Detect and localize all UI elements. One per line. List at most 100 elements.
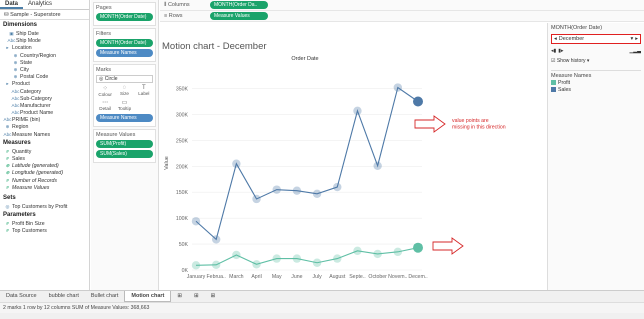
measure-values-pill[interactable]: SUM(Profit) (96, 140, 153, 148)
field-label: Measure Values (12, 184, 50, 191)
mark-property-icon: ⁘ (102, 86, 108, 92)
field-item[interactable]: ⊕ Region (0, 123, 89, 130)
x-tick-label: Septe.. (349, 274, 365, 280)
sheet-tabs: Data Source bubble chart Bullet chart Motio… (0, 291, 644, 302)
data-point (272, 254, 281, 263)
page-value-dropdown[interactable]: ◂ December ▾ ▸ (551, 34, 641, 44)
x-tick-label: Decem.. (408, 274, 427, 280)
field-item[interactable]: ▸ Location (0, 44, 89, 51)
parameters-list: # Profit Bin Size # Top Customers (0, 220, 89, 234)
new-story-icon[interactable]: ⊞ (205, 291, 222, 301)
series-line (195, 86, 419, 241)
prev-icon[interactable]: ◂ (554, 36, 557, 42)
field-label: Manufacturer (20, 102, 51, 109)
columns-pill[interactable]: MONTH(Order Da.. (210, 1, 268, 9)
field-item[interactable]: ⊕ State (0, 59, 89, 66)
mark-property-label: Colour (98, 92, 112, 97)
field-item[interactable]: ▸ Product (0, 80, 89, 87)
columns-shelf[interactable]: ⦀ Columns MONTH(Order Da.. (160, 0, 644, 11)
mark-property-button[interactable]: ⁘ Colour (96, 85, 114, 98)
new-sheet-icon[interactable]: ⊞ (171, 291, 188, 301)
field-type-icon: # (6, 184, 9, 190)
series-line (195, 247, 419, 266)
marks-color-pill[interactable]: Measure Names (96, 114, 153, 122)
filter-pill[interactable]: MONTH(Order Date) (96, 39, 153, 47)
chart-header: Order Date (291, 56, 318, 62)
field-item[interactable]: # Number of Records (0, 177, 89, 184)
chart-series (191, 83, 423, 270)
field-type-icon: Abc (11, 95, 20, 101)
measure-values-pill[interactable]: SUM(Sales) (96, 150, 153, 158)
shelves: ⦀ Columns MONTH(Order Da.. ≡ Rows Measur… (160, 0, 644, 22)
data-point (373, 249, 382, 259)
measures-heading: Measures (3, 139, 31, 146)
field-item[interactable]: AbcMeasure Names (0, 131, 89, 138)
field-item[interactable]: # Sales (0, 155, 89, 162)
x-tick-label: May (272, 274, 282, 280)
mark-property-label: Label (138, 91, 150, 96)
mark-property-button[interactable]: T Label (135, 85, 153, 98)
field-label: Top Customers by Profit (12, 203, 68, 210)
y-tick-label: 150K (176, 190, 189, 196)
legend-item[interactable]: Profit (551, 79, 641, 86)
y-tick-label: 300K (176, 112, 189, 118)
field-item[interactable]: ⊕ Longitude (generated) (0, 169, 89, 176)
field-item[interactable]: # Top Customers (0, 227, 89, 234)
mark-property-button[interactable]: ⋯ Detail (96, 99, 114, 112)
field-label: Number of Records (12, 177, 57, 184)
legend-swatch (551, 80, 556, 85)
speed-control-icon[interactable]: ▁▂▃ (629, 48, 641, 54)
mark-type-dropdown[interactable]: ◎ Circle (96, 75, 153, 83)
pages-pill[interactable]: MONTH(Order Date) (96, 13, 153, 21)
bottom-bar: Data Source bubble chart Bullet chart Motio… (0, 290, 644, 319)
field-item[interactable]: # Measure Values (0, 184, 89, 191)
data-point (292, 254, 302, 263)
y-axis-ticks: 0K50K100K150K200K250K300K350K (176, 87, 189, 274)
data-point (393, 247, 403, 257)
sheet-tab[interactable]: Motion chart (124, 291, 172, 302)
field-item[interactable]: # Profit Bin Size (0, 220, 89, 227)
field-item[interactable]: ◎ Top Customers by Profit (0, 203, 89, 210)
field-item[interactable]: ⊕ Postal Code (0, 73, 89, 80)
legend-swatch (551, 87, 556, 92)
mark-property-button[interactable]: ◌ Size (115, 85, 133, 98)
play-back-icon[interactable]: ◂▮ (551, 48, 556, 54)
field-item[interactable]: ⊕ Latitude (generated) (0, 162, 89, 169)
sheet-tab[interactable]: Bullet chart (85, 291, 125, 301)
field-item[interactable]: AbcManufacturer (0, 102, 89, 109)
data-point (232, 250, 241, 260)
rows-shelf[interactable]: ≡ Rows Measure Values (160, 11, 644, 22)
tab-data[interactable]: Data (0, 0, 24, 9)
data-pane: Data Analytics ⛁ Sample - Superstore Dim… (0, 0, 90, 290)
field-item[interactable]: ⊕ City (0, 66, 89, 73)
filter-pill[interactable]: Measure Names (96, 49, 153, 57)
tab-analytics[interactable]: Analytics (23, 0, 57, 9)
new-dashboard-icon[interactable]: ⊞ (188, 291, 205, 301)
field-item[interactable]: AbcProduct Name (0, 109, 89, 116)
data-point (373, 161, 382, 170)
sheet-tab[interactable]: Data Source (0, 291, 43, 301)
pages-title: Pages (96, 5, 112, 11)
right-arrow-icon (432, 237, 464, 255)
field-item[interactable]: AbcPRIME (bin) (0, 116, 89, 123)
chart-grid (192, 88, 422, 271)
field-item[interactable]: AbcShip Mode (0, 37, 89, 44)
chevron-down-icon[interactable]: ▾ (630, 36, 633, 42)
field-item[interactable]: # Quantity (0, 148, 89, 155)
field-item[interactable]: ⊕ Country/Region (0, 52, 89, 59)
field-item[interactable]: AbcSub-Category (0, 95, 89, 102)
show-history-toggle[interactable]: ☑ Show history ▾ (551, 58, 641, 64)
data-source-item[interactable]: ⛁ Sample - Superstore (0, 10, 89, 20)
field-label: Country/Region (20, 52, 57, 59)
sheet-tab[interactable]: bubble chart (43, 291, 85, 301)
mark-property-button[interactable]: ▭ Tooltip (115, 99, 133, 112)
mark-property-icon: ⋯ (102, 100, 109, 106)
next-icon[interactable]: ▸ (635, 36, 638, 42)
motion-chart: Order Date Value 0K50K100K150K200K250K30… (164, 56, 506, 280)
play-forward-icon[interactable]: ▮▸ (558, 48, 563, 54)
legend-item[interactable]: Sales (551, 86, 641, 93)
field-label: State (20, 59, 33, 66)
rows-pill[interactable]: Measure Values (210, 12, 268, 20)
field-item[interactable]: ▣ Ship Date (0, 30, 89, 37)
field-item[interactable]: AbcCategory (0, 88, 89, 95)
